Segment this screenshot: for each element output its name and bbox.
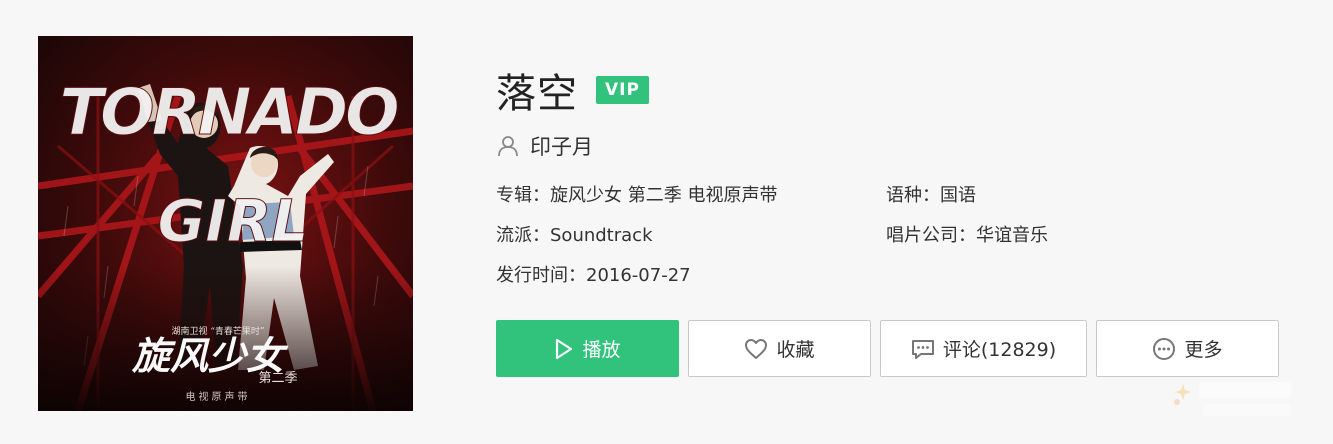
- heart-icon: [745, 338, 768, 359]
- comment-bubble-icon: [911, 339, 934, 359]
- favorite-button-label: 收藏: [776, 339, 815, 361]
- title-row: 落空 VIP: [496, 62, 1296, 118]
- meta-genre: 流派：Soundtrack: [496, 223, 653, 249]
- cover-season-text: 第二季: [258, 371, 297, 386]
- vip-badge: VIP: [596, 76, 649, 104]
- meta-release-value: 2016-07-27: [586, 265, 691, 286]
- play-button[interactable]: 播放: [496, 320, 679, 377]
- play-button-label: 播放: [582, 339, 621, 361]
- meta-company-label: 唱片公司：: [886, 225, 976, 246]
- album-link[interactable]: 旋风少女 第二季 电视原声带: [550, 185, 777, 206]
- comment-button[interactable]: 评论(12829): [880, 320, 1087, 377]
- more-dots-icon: [1153, 337, 1176, 360]
- cover-headline-top: TORNADO: [60, 76, 399, 150]
- genre-link[interactable]: Soundtrack: [550, 225, 653, 246]
- favorite-button[interactable]: 收藏: [688, 320, 871, 377]
- song-info: 落空 VIP 印子月: [496, 62, 1296, 160]
- meta-company: 唱片公司：华谊音乐: [886, 223, 1048, 249]
- meta-language: 语种：国语: [886, 183, 976, 209]
- company-link[interactable]: 华谊音乐: [976, 225, 1048, 246]
- play-triangle-icon: [556, 338, 573, 359]
- song-title: 落空: [496, 71, 578, 117]
- song-detail-page: TORNADO GIRL 湖南卫视 “青春芒果时” 旋风少女 第二季 电视原声带…: [0, 0, 1333, 444]
- singer-link[interactable]: 印子月: [530, 131, 593, 161]
- meta-language-value: 国语: [940, 185, 976, 206]
- more-button-label: 更多: [1184, 339, 1223, 361]
- cover-footer-text: 电视原声带: [186, 390, 251, 403]
- album-cover-art: TORNADO GIRL 湖南卫视 “青春芒果时” 旋风少女 第二季 电视原声带: [38, 36, 413, 411]
- more-button[interactable]: 更多: [1096, 320, 1279, 377]
- meta-album-label: 专辑：: [496, 185, 550, 206]
- sparkle-watermark-icon: [1174, 382, 1291, 416]
- cover-headline-bottom: GIRL: [158, 187, 309, 255]
- meta-release-label: 发行时间：: [496, 265, 586, 286]
- comment-button-label: 评论(12829): [942, 339, 1057, 361]
- meta-language-label: 语种：: [886, 185, 940, 206]
- meta-genre-label: 流派：: [496, 225, 550, 246]
- meta-release: 发行时间：2016-07-27: [496, 263, 691, 289]
- album-cover[interactable]: TORNADO GIRL 湖南卫视 “青春芒果时” 旋风少女 第二季 电视原声带: [38, 36, 413, 411]
- singer-row[interactable]: 印子月: [496, 132, 1296, 160]
- meta-album: 专辑：旋风少女 第二季 电视原声带: [496, 183, 777, 209]
- watermark-logo: [1169, 374, 1299, 424]
- user-icon: [498, 136, 518, 157]
